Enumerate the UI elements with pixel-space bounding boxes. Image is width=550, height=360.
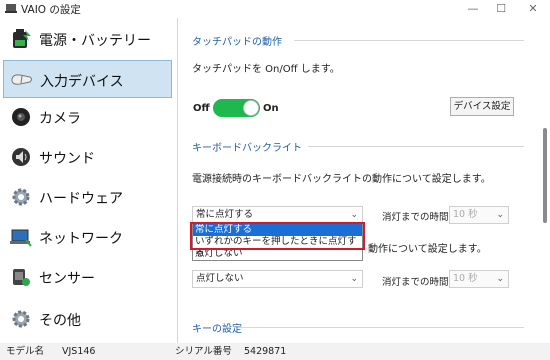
close-button[interactable]: ✕ <box>519 0 547 18</box>
sidebar-item-label: 入力デバイス <box>40 74 124 90</box>
gear-icon <box>12 310 30 328</box>
maximize-button[interactable]: ☐ <box>487 0 515 18</box>
section-divider <box>294 40 524 41</box>
chevron-down-icon: ⌄ <box>496 210 504 220</box>
sidebar-item-sensor[interactable]: センサー <box>3 258 172 296</box>
camera-icon <box>12 108 30 126</box>
sidebar-item-input-devices[interactable]: 入力デバイス <box>3 60 172 98</box>
section-title-touchpad: タッチパッドの動作 <box>192 37 282 48</box>
section-title-key-settings: キーの設定 <box>192 324 242 335</box>
serial-label: シリアル番号 <box>175 346 232 357</box>
timeout-ac-select[interactable]: 10 秒 ⌄ <box>449 206 509 224</box>
model-label: モデル名 <box>6 346 45 357</box>
section-title-keyboard-backlight: キーボードバックライト <box>192 143 302 154</box>
title-bar: VAIO の設定 — ☐ ✕ <box>0 0 550 18</box>
gear-icon <box>12 188 30 206</box>
sidebar-item-label: ネットワーク <box>39 231 123 247</box>
chevron-down-icon: ⌄ <box>350 274 358 284</box>
touchpad-toggle[interactable] <box>213 99 260 117</box>
network-icon <box>10 229 32 247</box>
highlight-annotation <box>190 222 365 250</box>
mouse-icon <box>11 74 32 85</box>
timeout-label-battery: 消灯までの時間: <box>382 277 452 288</box>
chevron-down-icon: ⌄ <box>496 274 504 284</box>
app-icon <box>5 4 17 13</box>
serial-value: 5429871 <box>244 346 287 357</box>
model-value: VJS146 <box>62 346 96 357</box>
sensor-icon <box>13 269 30 286</box>
section-divider <box>308 146 524 147</box>
select-value: 10 秒 <box>453 209 478 220</box>
backlight-description-battery: 動作について設定します。 <box>368 244 487 255</box>
toggle-knob <box>243 100 259 116</box>
sidebar-item-label: その他 <box>39 313 81 329</box>
sidebar-item-network[interactable]: ネットワーク <box>3 218 172 256</box>
scrollbar[interactable] <box>540 18 550 343</box>
sidebar-item-camera[interactable]: カメラ <box>3 98 172 136</box>
touchpad-description: タッチパッドを On/Off します。 <box>192 64 340 75</box>
chevron-down-icon: ⌄ <box>350 210 358 220</box>
sidebar-item-label: センサー <box>39 271 95 287</box>
battery-icon <box>13 29 31 48</box>
section-divider <box>240 327 524 328</box>
backlight-description-ac: 電源接続時のキーボードバックライトの動作について設定します。 <box>192 174 491 185</box>
sidebar-item-sound[interactable]: サウンド <box>3 138 172 176</box>
timeout-label-ac: 消灯までの時間: <box>382 212 452 223</box>
device-settings-button[interactable]: デバイス設定 <box>450 97 514 116</box>
settings-panel: タッチパッドの動作 タッチパッドを On/Off します。 Off On デバイ… <box>178 18 538 343</box>
backlight-battery-select[interactable]: 点灯しない ⌄ <box>192 270 363 288</box>
status-bar: モデル名 VJS146 シリアル番号 5429871 <box>0 343 550 360</box>
sidebar-item-label: ハードウェア <box>39 191 123 207</box>
sidebar-item-label: 電源・バッテリー <box>39 33 151 49</box>
toggle-on-label: On <box>263 103 279 114</box>
sidebar: 電源・バッテリー 入力デバイス カメラ サウンド ハードウェア ネットワーク セ… <box>0 18 175 343</box>
select-value: 常に点灯する <box>196 209 254 220</box>
window-title: VAIO の設定 <box>21 4 81 16</box>
sidebar-item-hardware[interactable]: ハードウェア <box>3 178 172 216</box>
timeout-battery-select[interactable]: 10 秒 ⌄ <box>449 270 509 288</box>
toggle-off-label: Off <box>193 103 210 114</box>
sidebar-item-power-battery[interactable]: 電源・バッテリー <box>3 20 172 58</box>
select-value: 10 秒 <box>453 273 478 284</box>
select-value: 点灯しない <box>196 273 244 284</box>
sidebar-item-other[interactable]: その他 <box>3 300 172 338</box>
speaker-icon <box>12 148 30 166</box>
minimize-button[interactable]: — <box>459 0 487 18</box>
scrollbar-thumb[interactable] <box>543 128 547 223</box>
sidebar-item-label: カメラ <box>39 111 81 127</box>
sidebar-item-label: サウンド <box>39 151 95 167</box>
